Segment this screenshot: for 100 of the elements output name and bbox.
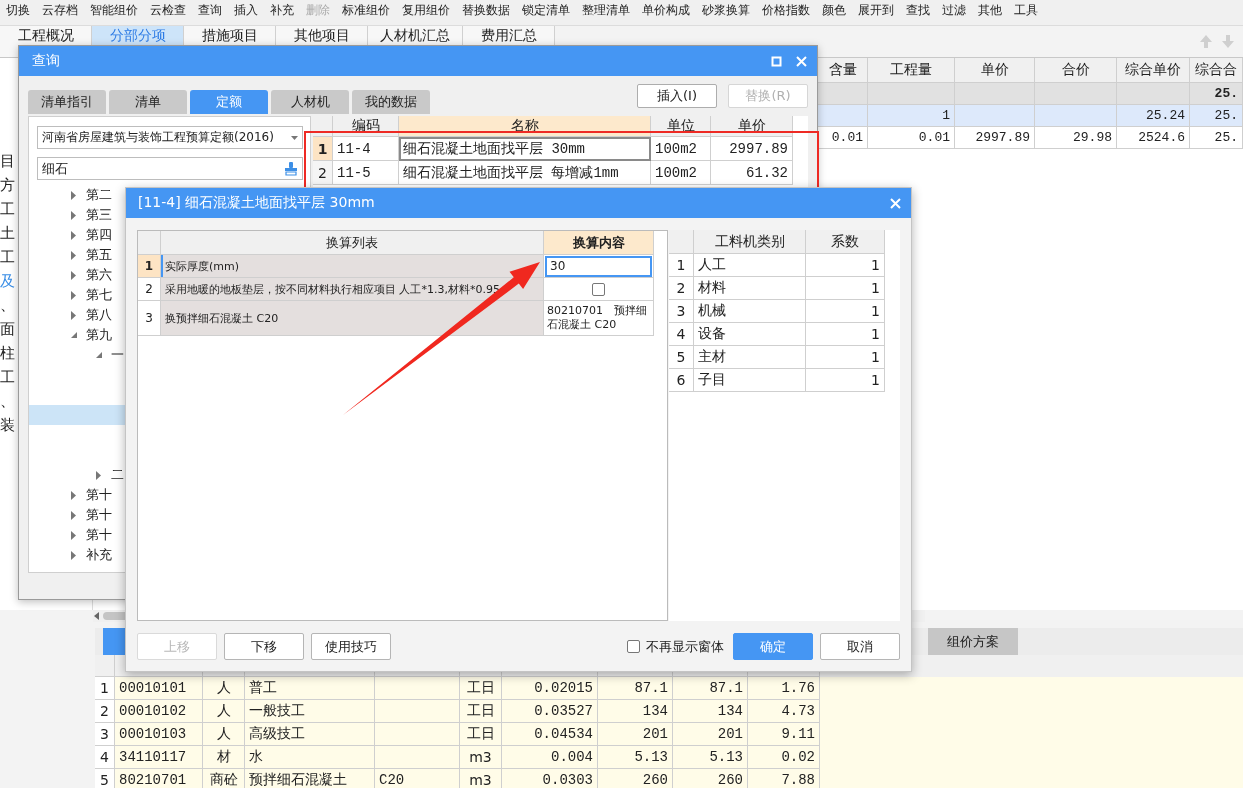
tree-item[interactable]: 工 xyxy=(0,198,15,222)
tree-item[interactable]: 工 xyxy=(0,366,15,390)
tree-item[interactable]: 第四 xyxy=(86,226,112,244)
expand-arrow-icon[interactable] xyxy=(70,510,78,520)
table-row[interactable]: 1 00010101 人 普工 工日 0.02015 87.1 87.1 1.76 xyxy=(95,677,1243,700)
table-row[interactable]: 5 80210701 商砼 预拌细石混凝土 C20 m3 0.0303 260 260 7.88 xyxy=(95,769,1243,788)
toolbar-button[interactable]: 云检查 xyxy=(144,3,192,17)
table-cell: 商砼 xyxy=(203,769,245,788)
checkbox[interactable] xyxy=(627,640,640,653)
toolbar-button[interactable]: 整理清单 xyxy=(576,3,636,17)
table-cell: C20 xyxy=(375,769,460,788)
dialog-button[interactable]: 取消 xyxy=(820,633,900,660)
table-cell: 4 xyxy=(95,746,115,769)
table-row[interactable]: 3 00010103 人 高级技工 工日 0.04534 201 201 9.11 xyxy=(95,723,1243,746)
tree-item[interactable]: 第八 xyxy=(86,306,112,324)
tree-item[interactable]: 装 xyxy=(0,414,15,438)
tab[interactable]: 清单指引 xyxy=(28,90,106,114)
tree-item[interactable]: 一 xyxy=(111,346,124,364)
tree-item[interactable]: 第十 xyxy=(86,506,112,524)
table-cell: 1 xyxy=(669,254,694,277)
tree-item[interactable]: 面 xyxy=(0,318,15,342)
expand-arrow-icon[interactable] xyxy=(70,270,78,280)
close-icon[interactable] xyxy=(796,55,807,67)
tree-item[interactable]: 柱 xyxy=(0,342,15,366)
checkbox[interactable] xyxy=(592,282,605,296)
tab[interactable]: 组价方案 xyxy=(928,628,1018,655)
tree-item[interactable]: 第七 xyxy=(86,286,112,304)
toolbar-button[interactable]: 补充 xyxy=(264,3,300,17)
scroll-left-icon[interactable] xyxy=(93,611,100,621)
expand-arrow-icon[interactable] xyxy=(70,290,78,300)
toolbar-button[interactable]: 展开到 xyxy=(852,3,900,17)
expand-arrow-icon[interactable] xyxy=(70,530,78,540)
toolbar-button[interactable]: 云存档 xyxy=(36,3,84,17)
expand-arrow-icon[interactable] xyxy=(70,210,78,220)
dialog-button[interactable]: 下移 xyxy=(224,633,304,660)
tree-item[interactable]: 方 xyxy=(0,174,15,198)
tree-item[interactable]: 第十 xyxy=(86,486,112,504)
column-header: 换算列表 xyxy=(161,231,544,255)
expand-arrow-icon[interactable] xyxy=(70,550,78,560)
toolbar-button[interactable]: 切换 xyxy=(0,3,36,17)
table-row[interactable]: 1 25.24 25. xyxy=(818,105,1243,127)
table-cell: 1 xyxy=(806,277,885,300)
tree-item[interactable]: 第五 xyxy=(86,246,112,264)
table-cell: 2 xyxy=(95,700,115,723)
value-field[interactable]: 30 xyxy=(545,255,652,277)
expand-arrow-icon[interactable] xyxy=(70,190,78,200)
tree-item[interactable]: 土 xyxy=(0,222,15,246)
dialog-button[interactable]: 使用技巧 xyxy=(311,633,391,660)
tree-item[interactable]: 工 xyxy=(0,246,15,270)
tab[interactable]: 清单 xyxy=(109,90,187,114)
row-number: 2 xyxy=(138,278,161,301)
tree-item[interactable]: 、 xyxy=(0,390,15,414)
close-icon[interactable] xyxy=(890,197,901,209)
tree-item[interactable]: 目 xyxy=(0,150,15,174)
dialog-button[interactable]: 插入(I) xyxy=(637,84,717,108)
expand-arrow-icon[interactable] xyxy=(70,490,78,500)
table-cell: 1 xyxy=(806,300,885,323)
toolbar-button[interactable]: 颜色 xyxy=(816,3,852,17)
toolbar-button[interactable]: 标准组价 xyxy=(336,3,396,17)
maximize-icon[interactable] xyxy=(771,55,782,67)
expand-arrow-icon[interactable] xyxy=(95,470,103,480)
toolbar-button[interactable]: 工具 xyxy=(1008,3,1044,17)
column-header: 编码 xyxy=(333,116,399,137)
expand-arrow-icon[interactable] xyxy=(70,230,78,240)
expand-arrow-icon[interactable] xyxy=(70,250,78,260)
toolbar-button[interactable]: 价格指数 xyxy=(756,3,816,17)
tree-item[interactable]: 第三 xyxy=(86,206,112,224)
tree-item[interactable]: 第九 xyxy=(86,326,112,344)
tree-item[interactable]: 第十 xyxy=(86,526,112,544)
tree-item[interactable]: 二 xyxy=(111,466,124,484)
search-field[interactable]: 细石 xyxy=(37,157,303,180)
toolbar-button[interactable]: 插入 xyxy=(228,3,264,17)
toolbar-button[interactable]: 锁定清单 xyxy=(516,3,576,17)
toolbar-button[interactable]: 单价构成 xyxy=(636,3,696,17)
collapse-arrow-icon[interactable] xyxy=(70,331,78,339)
toolbar-button[interactable]: 过滤 xyxy=(936,3,972,17)
library-dropdown[interactable]: 河南省房屋建筑与装饰工程预算定额(2016) xyxy=(37,126,303,149)
tree-item[interactable]: 、 xyxy=(0,294,15,318)
tree-item[interactable]: 第二 xyxy=(86,186,112,204)
row-number: 1 xyxy=(138,255,161,278)
brush-icon[interactable] xyxy=(284,161,298,176)
toolbar-button[interactable]: 替换数据 xyxy=(456,3,516,17)
toolbar-button[interactable]: 复用组价 xyxy=(396,3,456,17)
collapse-arrow-icon[interactable] xyxy=(95,351,103,359)
table-cell: 2997.89 xyxy=(711,137,793,161)
expand-arrow-icon[interactable] xyxy=(70,310,78,320)
tree-item[interactable]: 及 xyxy=(0,270,15,294)
tab[interactable]: 我的数据 xyxy=(352,90,430,114)
table-row[interactable]: 4 34110117 材 水 m3 0.004 5.13 5.13 0.02 xyxy=(95,746,1243,769)
toolbar-button[interactable]: 查询 xyxy=(192,3,228,17)
toolbar-button[interactable]: 智能组价 xyxy=(84,3,144,17)
toolbar-button[interactable]: 其他 xyxy=(972,3,1008,17)
toolbar-button[interactable]: 查找 xyxy=(900,3,936,17)
tab[interactable]: 人材机 xyxy=(271,90,349,114)
tree-item[interactable]: 补充 xyxy=(86,546,112,564)
tree-item[interactable]: 第六 xyxy=(86,266,112,284)
table-row[interactable]: 25. xyxy=(818,83,1243,105)
table-row[interactable]: 2 00010102 人 一般技工 工日 0.03527 134 134 4.73 xyxy=(95,700,1243,723)
table-cell: 细石混凝土地面找平层 每增减1mm xyxy=(399,161,651,185)
toolbar-button[interactable]: 砂浆换算 xyxy=(696,3,756,17)
